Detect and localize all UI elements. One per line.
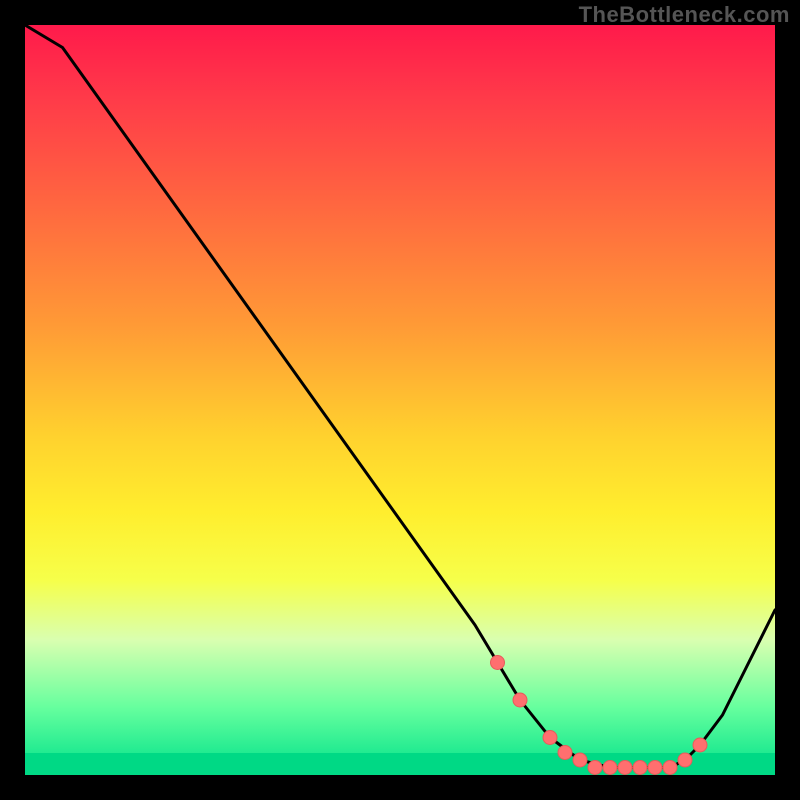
curve-marker [678, 753, 692, 767]
curve-marker [663, 761, 677, 775]
curve-marker [491, 656, 505, 670]
curve-marker [558, 746, 572, 760]
curve-marker [693, 738, 707, 752]
watermark-text: TheBottleneck.com [579, 2, 790, 28]
curve-marker [648, 761, 662, 775]
plot-area [25, 25, 775, 775]
curve-layer [25, 25, 775, 775]
curve-marker [573, 753, 587, 767]
chart-stage: TheBottleneck.com [0, 0, 800, 800]
bottleneck-curve [25, 25, 775, 768]
curve-marker [603, 761, 617, 775]
curve-marker [618, 761, 632, 775]
curve-marker [513, 693, 527, 707]
curve-marker [633, 761, 647, 775]
curve-marker [588, 761, 602, 775]
curve-marker [543, 731, 557, 745]
marker-group [491, 656, 708, 775]
